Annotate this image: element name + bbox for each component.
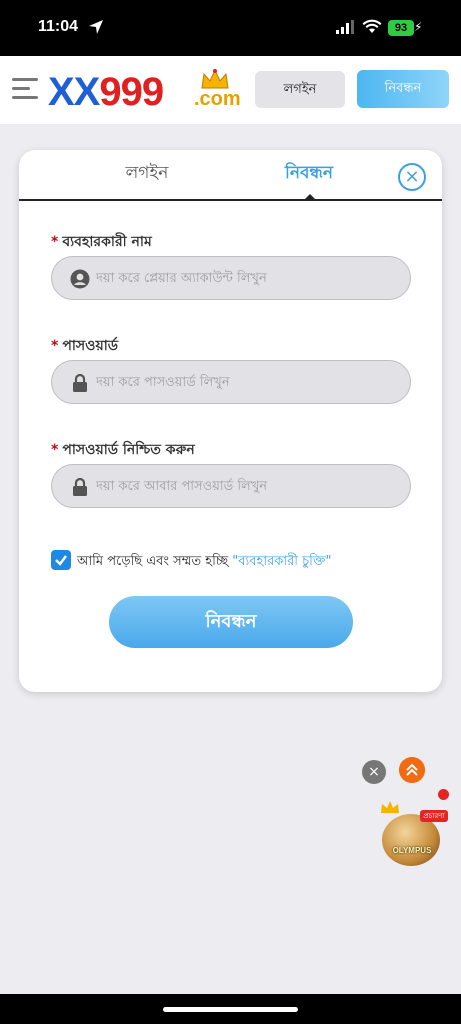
register-submit-button[interactable]: নিবন্ধন: [109, 596, 353, 648]
agreement-row: আমি পড়েছি এবং সম্মত হচ্ছি "ব্যবহারকারী …: [51, 550, 431, 572]
active-tab-indicator: [304, 194, 316, 200]
hamburger-menu-icon[interactable]: [12, 78, 38, 102]
agreement-text: আমি পড়েছি এবং সম্মত হচ্ছি "ব্যবহারকারী …: [77, 554, 332, 569]
scroll-to-top-icon[interactable]: [399, 757, 425, 783]
tab-login[interactable]: লগইন: [97, 160, 197, 190]
header-register-button[interactable]: নিবন্ধন: [357, 70, 449, 108]
wifi-icon: [362, 19, 382, 33]
cellular-signal-icon: [336, 20, 354, 34]
user-agreement-link[interactable]: "ব্যবহারকারী চুক্তি": [232, 554, 331, 569]
tab-divider: [19, 199, 442, 201]
lock-icon: [73, 373, 87, 392]
required-mark: *: [51, 338, 59, 354]
location-arrow-icon: [89, 20, 103, 34]
tab-register[interactable]: নিবন্ধন: [259, 160, 359, 190]
promo-game-label: OLYMPUS: [392, 846, 432, 855]
register-card: লগইন নিবন্ধন × *ব্যবহারকারী নাম *পাসওয়া…: [19, 150, 442, 692]
required-mark: *: [51, 234, 59, 250]
bottom-bar: [0, 994, 461, 1024]
username-field[interactable]: [51, 256, 411, 300]
header-login-button[interactable]: লগইন: [255, 71, 345, 108]
site-header: XX999 .com লগইন নিবন্ধন: [0, 56, 461, 124]
close-icon[interactable]: ×: [398, 163, 426, 191]
promo-tag: প্রচারণা: [420, 810, 448, 822]
crown-icon: [201, 68, 229, 89]
agreement-checkbox[interactable]: [51, 550, 71, 570]
lock-icon: [73, 477, 87, 496]
crown-icon: [381, 801, 399, 813]
confirm-password-field[interactable]: [51, 464, 411, 508]
close-promo-icon[interactable]: ×: [362, 760, 386, 784]
logo-wordmark: XX999: [48, 70, 164, 114]
required-mark: *: [51, 442, 59, 458]
notification-dot: [438, 789, 449, 800]
confirm-password-label: * পাসওয়ার্ড নিশ্চিত করুন: [51, 442, 195, 458]
status-time: 11:04: [38, 18, 79, 35]
battery-indicator: 93: [388, 20, 414, 36]
username-input[interactable]: [96, 257, 396, 299]
charging-bolt-icon: ⚡: [414, 20, 423, 34]
status-bar: 11:04 93 ⚡: [0, 0, 461, 56]
username-label: * ব্যবহারকারী নাম: [51, 234, 152, 250]
password-field[interactable]: [51, 360, 411, 404]
site-logo[interactable]: XX999 .com: [48, 68, 244, 114]
user-icon: [70, 269, 90, 289]
logo-domain: .com: [194, 88, 241, 110]
home-indicator[interactable]: [163, 1007, 298, 1012]
promo-widget[interactable]: প্রচারণা OLYMPUS: [378, 800, 448, 866]
password-label: * পাসওয়ার্ড: [51, 338, 119, 354]
confirm-password-input[interactable]: [96, 465, 396, 507]
password-input[interactable]: [96, 361, 396, 403]
